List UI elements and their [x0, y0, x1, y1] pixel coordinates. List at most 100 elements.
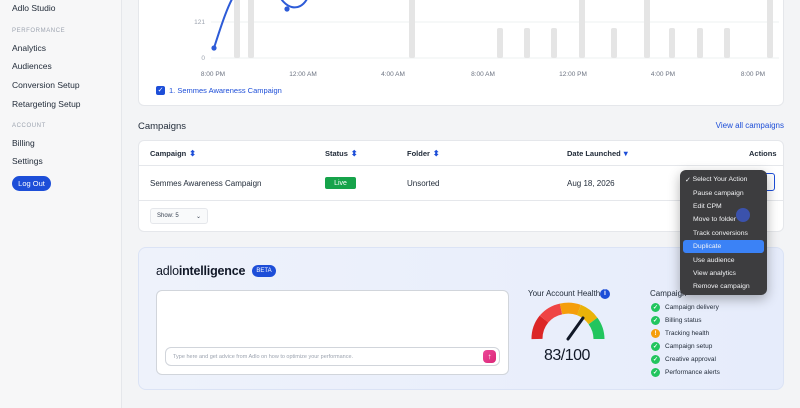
check-label: Campaign delivery — [665, 304, 719, 311]
campaign-name-cell[interactable]: Semmes Awareness Campaign — [150, 179, 261, 188]
account-health-title: Your Account Health — [528, 289, 601, 298]
chart-bar — [669, 28, 675, 58]
chart-bar — [724, 28, 730, 58]
series-checkbox[interactable]: ✓ — [156, 86, 165, 95]
menu-item-duplicate[interactable]: Duplicate — [683, 239, 764, 254]
y-tick-label: 0 — [201, 55, 205, 62]
chat-input[interactable]: Type here and get advice from Adlo on ho… — [165, 347, 500, 366]
status-badge: Live — [325, 177, 356, 189]
beta-badge: BETA — [252, 265, 276, 277]
cursor-indicator — [736, 208, 750, 222]
column-header-date-launched[interactable]: Date Launched ▾ — [567, 149, 628, 158]
warning-icon: ! — [651, 329, 660, 338]
sidebar: Adlo Studio PERFORMANCE Analytics Audien… — [0, 0, 122, 408]
x-tick-label: 8:00 PM — [201, 71, 225, 78]
check-item: ✓ Campaign setup — [651, 342, 712, 351]
column-header-status[interactable]: Status ⬍ — [325, 149, 358, 158]
logout-button[interactable]: Log Out — [12, 176, 51, 191]
column-header-actions: Actions — [749, 149, 777, 158]
sort-icon[interactable]: ⬍ — [189, 149, 196, 158]
check-item: ✓ Creative approval — [651, 355, 716, 364]
view-all-campaigns-link[interactable]: View all campaigns — [716, 121, 784, 130]
x-tick-label: 12:00 AM — [289, 71, 316, 78]
x-tick-label: 8:00 PM — [741, 71, 765, 78]
chart-bar — [409, 0, 415, 58]
chart-bars — [234, 0, 773, 58]
check-circle-icon: ✓ — [651, 303, 660, 312]
campaigns-title: Campaigns — [138, 121, 187, 132]
column-header-label: Actions — [749, 149, 777, 158]
column-header-label: Folder — [407, 149, 430, 158]
checkmark-icon: ✓ — [685, 176, 693, 184]
menu-item-label: Select Your Action — [692, 176, 748, 184]
check-circle-icon: ✓ — [651, 316, 660, 325]
chart-bar — [611, 28, 617, 58]
chat-panel: Type here and get advice from Adlo on ho… — [156, 290, 509, 375]
check-label: Campaign setup — [665, 343, 713, 350]
menu-item-track-conversions[interactable]: Track conversions — [683, 227, 764, 240]
brand-bold-text: intelligence — [178, 264, 246, 278]
chart-bar — [524, 28, 530, 58]
sidebar-heading-account: ACCOUNT — [12, 123, 46, 129]
page-size-select[interactable]: Show: 5 ⌄ — [150, 208, 208, 224]
chart-bar — [767, 0, 773, 58]
gauge-needle — [566, 316, 585, 341]
series-point — [211, 45, 217, 51]
menu-item-pause-campaign[interactable]: Pause campaign — [683, 186, 764, 199]
brand-light-text: adlo — [156, 264, 179, 278]
date-launched-cell: Aug 18, 2026 — [567, 179, 615, 188]
menu-item-use-audience[interactable]: Use audience — [683, 253, 764, 266]
check-label: Billing status — [665, 317, 702, 324]
check-circle-icon: ✓ — [651, 342, 660, 351]
sidebar-item-analytics[interactable]: Analytics — [12, 43, 46, 53]
chart-bar — [579, 0, 585, 58]
x-tick-label: 12:00 PM — [559, 71, 587, 78]
column-header-folder[interactable]: Folder ⬍ — [407, 149, 440, 158]
chat-input-placeholder: Type here and get advice from Adlo on ho… — [173, 353, 354, 360]
arrow-up-icon: ↑ — [487, 352, 492, 361]
x-tick-label: 4:00 PM — [651, 71, 675, 78]
folder-cell: Unsorted — [407, 179, 440, 188]
sidebar-item-retargeting-setup[interactable]: Retargeting Setup — [12, 99, 81, 109]
chart-bar — [497, 28, 503, 58]
check-item: ✓ Performance alerts — [651, 368, 720, 377]
check-item: ✓ Campaign delivery — [651, 303, 719, 312]
send-button[interactable]: ↑ — [483, 350, 496, 363]
column-header-campaign[interactable]: Campaign ⬍ — [150, 149, 196, 158]
page-size-label: Show: 5 — [157, 213, 179, 219]
sidebar-item-conversion-setup[interactable]: Conversion Setup — [12, 80, 80, 90]
check-label: Creative approval — [665, 356, 716, 363]
intelligence-logo: adlointelligence — [156, 264, 245, 278]
chart-bar — [248, 0, 254, 58]
x-tick-label: 8:00 AM — [471, 71, 495, 78]
menu-item-view-analytics[interactable]: View analytics — [683, 267, 764, 280]
menu-item-select-action[interactable]: ✓ Select Your Action — [683, 173, 764, 186]
menu-item-move-to-folder[interactable]: Move to folder — [683, 213, 764, 226]
chart-bar — [697, 28, 703, 58]
sidebar-item-audiences[interactable]: Audiences — [12, 61, 52, 71]
x-tick-label: 4:00 AM — [381, 71, 405, 78]
sidebar-item-adlo-studio[interactable]: Adlo Studio — [12, 3, 55, 13]
menu-item-edit-cpm[interactable]: Edit CPM — [683, 200, 764, 213]
check-circle-icon: ✓ — [651, 355, 660, 364]
sort-desc-icon[interactable]: ▾ — [624, 149, 628, 158]
chart-bar — [234, 0, 240, 58]
chart-bar — [551, 28, 557, 58]
sidebar-item-settings[interactable]: Settings — [12, 156, 43, 166]
check-item: ! Tracking health — [651, 329, 709, 338]
column-header-label: Date Launched — [567, 149, 621, 158]
series-legend-label[interactable]: 1. Semmes Awareness Campaign — [169, 86, 282, 95]
health-score: 83/100 — [544, 347, 590, 364]
column-header-label: Status — [325, 149, 348, 158]
check-item: ✓ Billing status — [651, 316, 702, 325]
check-label: Performance alerts — [665, 369, 720, 376]
performance-chart-card: 121 0 8:00 PM 12:00 AM 4:00 AM 8:00 AM 1… — [138, 0, 784, 106]
y-tick-label: 121 — [194, 19, 205, 26]
menu-item-remove-campaign[interactable]: Remove campaign — [683, 280, 764, 293]
chevron-down-icon: ⌄ — [195, 213, 201, 220]
sidebar-item-billing[interactable]: Billing — [12, 138, 35, 148]
sidebar-heading-performance: PERFORMANCE — [12, 28, 66, 34]
info-icon[interactable]: i — [600, 289, 610, 299]
sort-icon[interactable]: ⬍ — [433, 149, 440, 158]
sort-icon[interactable]: ⬍ — [351, 149, 358, 158]
